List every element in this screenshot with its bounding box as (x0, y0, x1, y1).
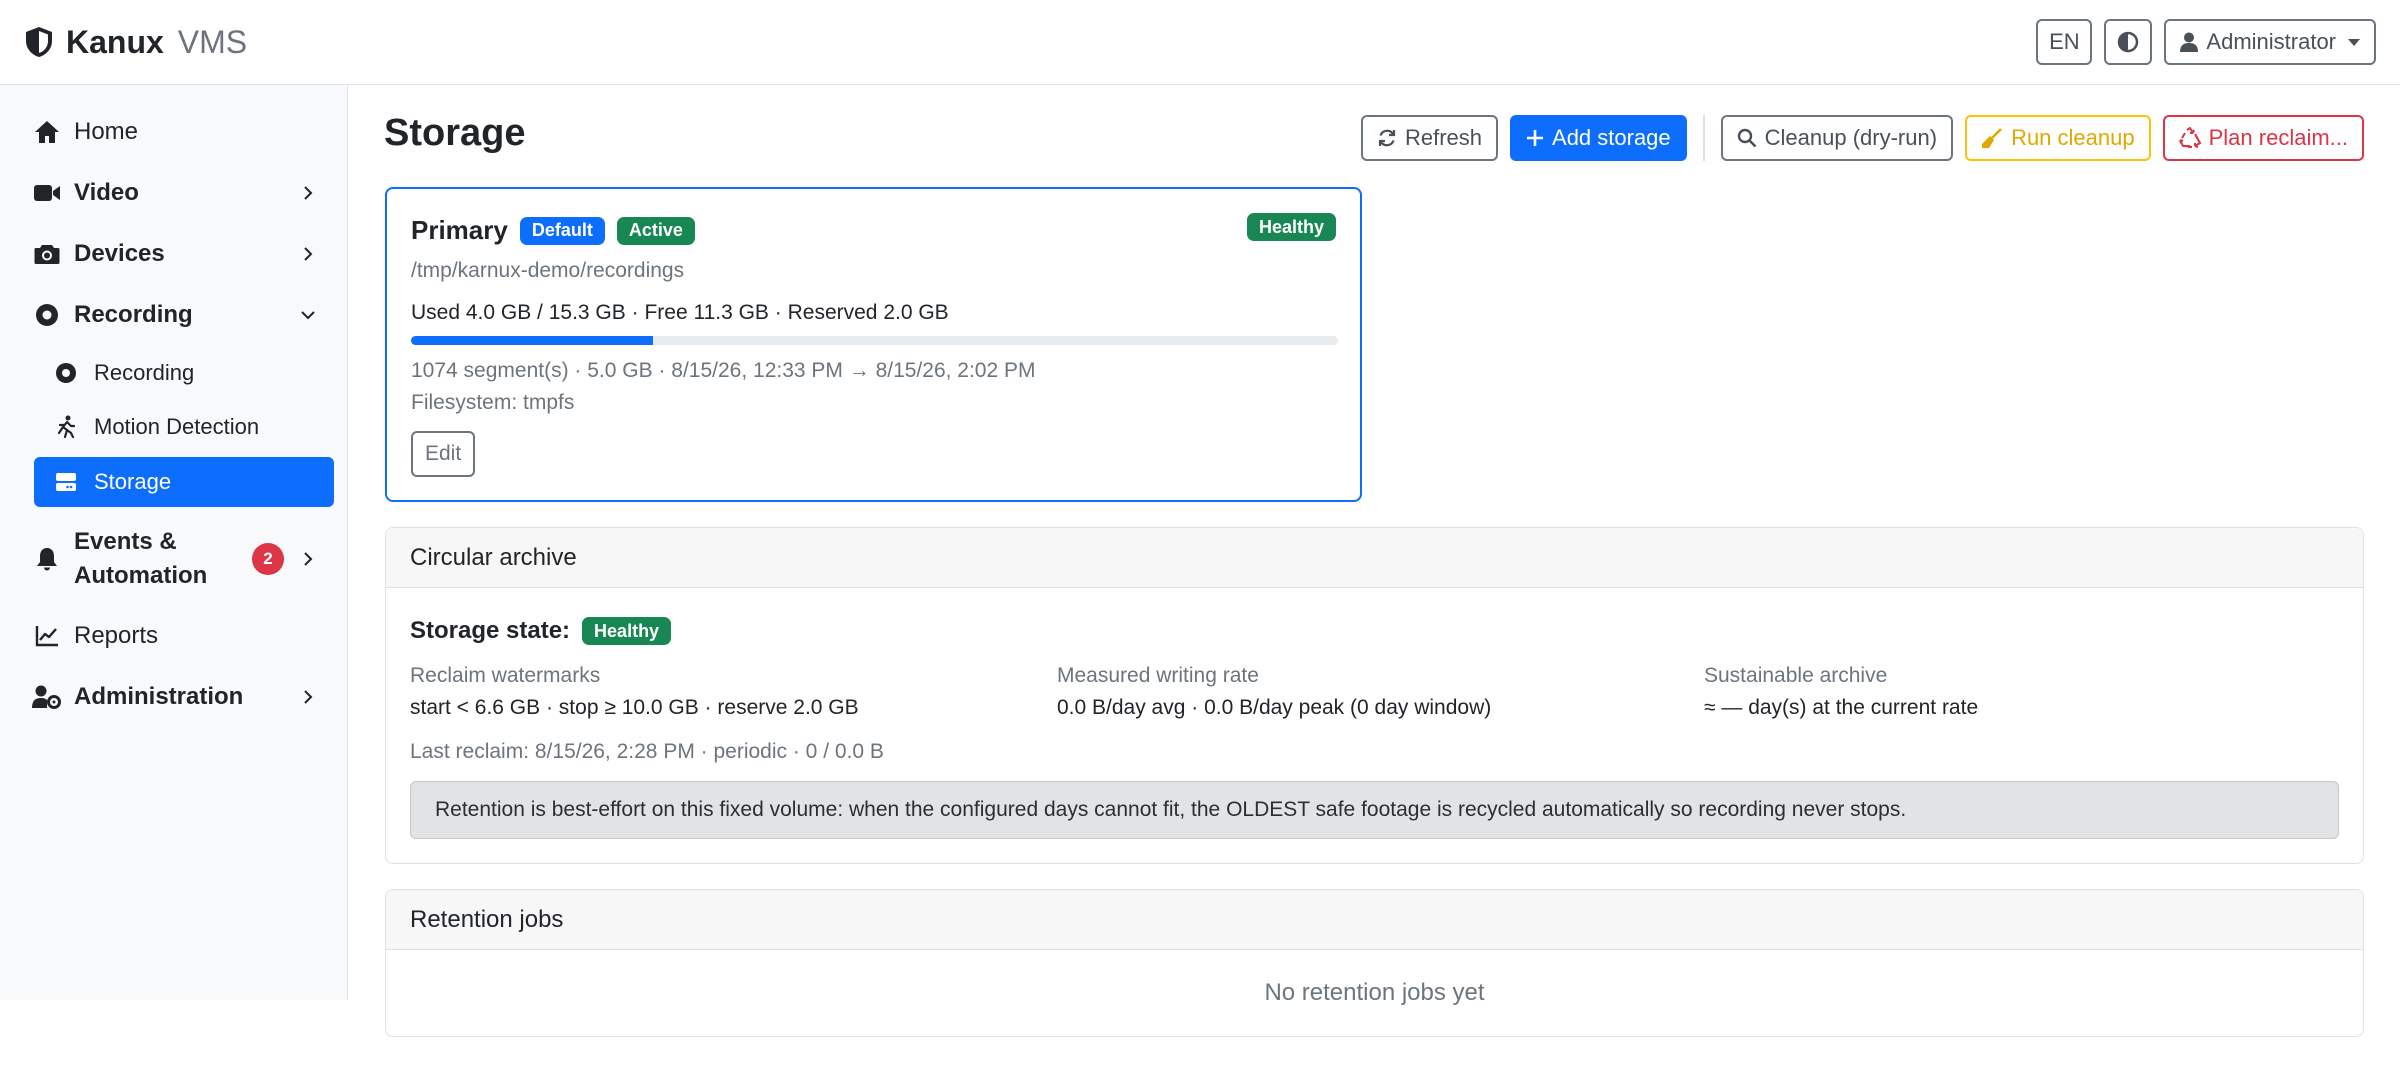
sidebar-subitem-storage[interactable]: Storage (34, 457, 334, 507)
notification-count-badge: 2 (252, 543, 284, 575)
broom-icon (1981, 127, 2003, 149)
retention-jobs-card: Retention jobs No retention jobs yet (385, 889, 2364, 1037)
theme-toggle-button[interactable] (2104, 19, 2153, 65)
sidebar-footer-area (0, 1000, 436, 1071)
add-storage-button[interactable]: Add storage (1510, 115, 1687, 161)
sidebar-item-administration[interactable]: Administration (32, 677, 334, 717)
record-icon (32, 303, 62, 327)
toolbar-divider (1702, 115, 1705, 161)
brand[interactable]: Kanux VMS (24, 20, 247, 64)
plan-reclaim-label: Plan reclaim... (2208, 125, 2348, 150)
chevron-down-icon (298, 310, 318, 320)
refresh-label: Refresh (1404, 125, 1483, 150)
filesystem-info: Filesystem: tmpfs (411, 391, 575, 414)
writing-rate-label: Measured writing rate (1057, 664, 1259, 687)
storage-state-badge: Healthy (582, 617, 672, 645)
sidebar-subitem-label: Storage (94, 469, 172, 494)
writing-rate: Measured writing rate 0.0 B/day avg · 0.… (1057, 664, 1491, 720)
storage-name: Primary (411, 215, 508, 245)
sidebar-item-label: Devices (74, 240, 165, 267)
circular-archive-card: Circular archive Storage state: Healthy … (385, 527, 2364, 864)
running-person-icon (54, 415, 78, 439)
cleanup-dry-run-button[interactable]: Cleanup (dry-run) (1720, 115, 1954, 161)
top-navbar: Kanux VMS EN Administrator (0, 0, 2400, 85)
sidebar-item-label: Reports (74, 622, 159, 649)
sustainable-archive-label: Sustainable archive (1704, 664, 1888, 687)
user-gear-icon (32, 685, 62, 709)
sidebar-item-label: Administration (74, 683, 244, 710)
health-badge: Healthy (1246, 213, 1336, 241)
sidebar-item-label: Video (74, 179, 139, 206)
home-icon (32, 120, 62, 144)
brand-name: Kanux (66, 23, 164, 60)
chevron-right-icon (298, 689, 318, 705)
sidebar-subitem-label: Motion Detection (94, 414, 260, 439)
sidebar-item-label: Recording (74, 301, 193, 328)
circular-archive-header: Circular archive (386, 528, 2363, 588)
sidebar-subitem-motion-detection[interactable]: Motion Detection (34, 402, 334, 452)
record-icon (54, 362, 78, 384)
chevron-right-icon (298, 185, 318, 201)
user-name: Administrator (2206, 29, 2336, 54)
chevron-down-icon (2348, 38, 2360, 46)
line-chart-icon (32, 625, 62, 647)
cleanup-dry-run-label: Cleanup (dry-run) (1764, 125, 1938, 150)
refresh-icon (1377, 128, 1397, 148)
default-badge: Default (519, 216, 605, 245)
retention-jobs-empty: No retention jobs yet (1264, 979, 1485, 1006)
video-camera-icon (32, 183, 62, 203)
recycle-icon (2178, 127, 2201, 149)
storage-usage: Used 4.0 GB / 15.3 GB · Free 11.3 GB · R… (411, 301, 949, 324)
usage-progress-fill (411, 336, 653, 345)
sidebar-item-devices[interactable]: Devices (32, 234, 334, 274)
storage-card-primary[interactable]: Primary Default Active Healthy /tmp/karn… (385, 187, 1362, 502)
edit-storage-button[interactable]: Edit (411, 431, 476, 477)
contrast-icon (2117, 31, 2139, 53)
usage-progress-bar (411, 336, 1338, 345)
sidebar-item-label: Events & Automation (74, 528, 208, 589)
retention-jobs-header: Retention jobs (386, 890, 2363, 950)
storage-path: /tmp/karnux-demo/recordings (411, 259, 685, 282)
search-icon (1737, 128, 1757, 148)
plan-reclaim-button[interactable]: Plan reclaim... (2162, 115, 2364, 161)
segment-summary: 1074 segment(s) · 5.0 GB · 8/15/26, 12:3… (411, 359, 1036, 382)
active-badge: Active (616, 216, 695, 245)
toolbar: Refresh Add storage Cleanup (dry-run) Ru… (1360, 115, 2364, 161)
bell-icon (32, 547, 62, 571)
hard-drive-icon (54, 472, 78, 492)
sidebar-item-events-automation[interactable]: Events & Automation 2 (32, 523, 334, 595)
shield-icon (24, 26, 54, 58)
chevron-right-icon (298, 551, 318, 567)
sidebar-subitem-label: Recording (94, 360, 195, 385)
sidebar-item-home[interactable]: Home (32, 112, 334, 152)
brand-subtitle: VMS (177, 23, 248, 60)
language-button[interactable]: EN (2036, 19, 2093, 65)
storage-state-label: Storage state: (410, 617, 571, 644)
plus-icon (1526, 129, 1544, 147)
camera-icon (32, 243, 62, 265)
sidebar-item-label: Home (74, 118, 139, 145)
reclaim-watermarks: Reclaim watermarks start < 6.6 GB · stop… (410, 664, 859, 720)
sidebar-item-video[interactable]: Video (32, 173, 334, 213)
reclaim-watermarks-label: Reclaim watermarks (410, 664, 601, 687)
writing-rate-value: 0.0 B/day avg · 0.0 B/day peak (0 day wi… (1057, 696, 1492, 719)
reclaim-watermarks-value: start < 6.6 GB · stop ≥ 10.0 GB · reserv… (410, 696, 859, 719)
user-icon (2180, 32, 2199, 52)
sustainable-archive-value: ≈ — day(s) at the current rate (1704, 696, 1979, 719)
refresh-button[interactable]: Refresh (1360, 115, 1499, 161)
last-reclaim: Last reclaim: 8/15/26, 2:28 PM · periodi… (410, 740, 884, 763)
page-title: Storage (384, 112, 526, 154)
add-storage-label: Add storage (1552, 125, 1671, 150)
sidebar-subitem-recording[interactable]: Recording (34, 348, 334, 398)
retention-note: Retention is best-effort on this fixed v… (410, 781, 2339, 839)
sidebar-item-reports[interactable]: Reports (32, 616, 334, 656)
sustainable-archive: Sustainable archive ≈ — day(s) at the cu… (1704, 664, 1978, 720)
chevron-right-icon (298, 246, 318, 262)
user-menu-button[interactable]: Administrator (2164, 19, 2376, 65)
run-cleanup-label: Run cleanup (2011, 125, 2135, 150)
sidebar-item-recording[interactable]: Recording (32, 295, 334, 335)
run-cleanup-button[interactable]: Run cleanup (1965, 115, 2151, 161)
